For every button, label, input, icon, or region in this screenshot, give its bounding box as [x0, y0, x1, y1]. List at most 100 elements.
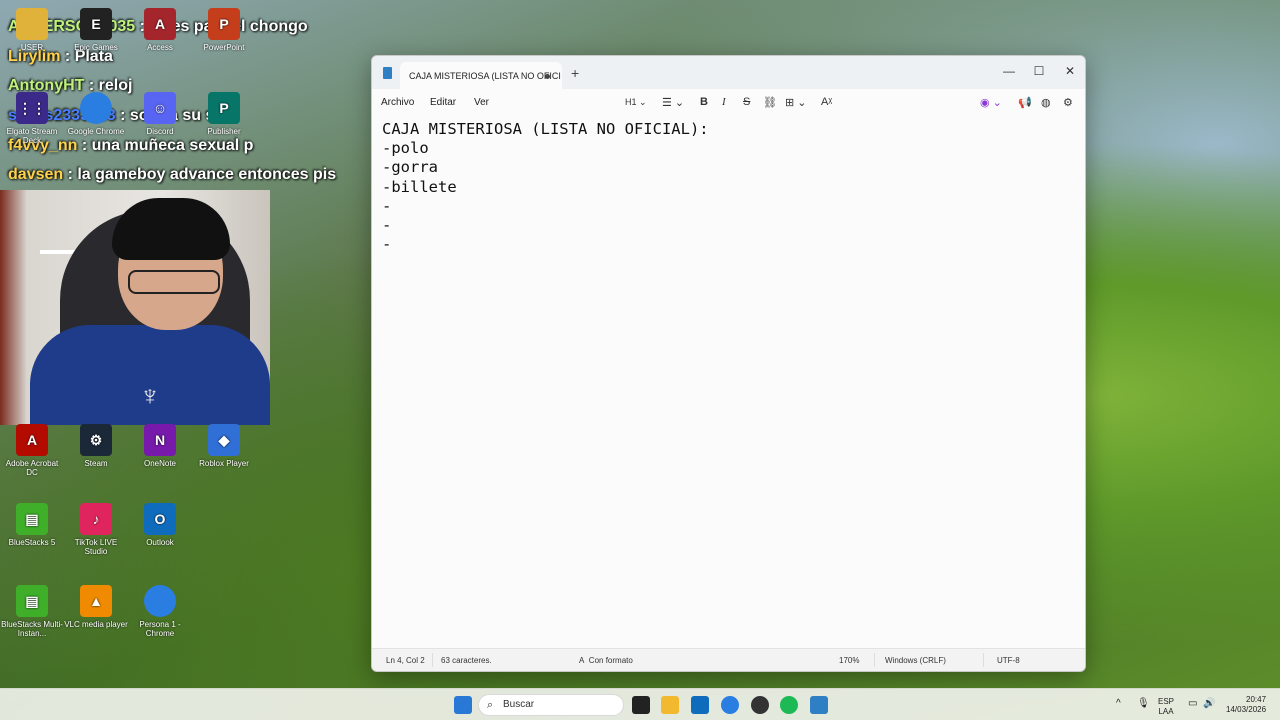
desktop-icon-stream-deck[interactable]: ⋮⋮ Elgato Stream Deck: [0, 92, 64, 145]
desktop-icon-bluestacks[interactable]: ▤ BlueStacks 5: [0, 503, 64, 547]
desktop-icon-user[interactable]: USER: [0, 8, 64, 52]
stream-deck-icon: ⋮⋮: [16, 92, 48, 124]
epic-games-icon: E: [80, 8, 112, 40]
access-icon: A: [144, 8, 176, 40]
avatar-icon: ◍: [1041, 97, 1051, 109]
link-button[interactable]: ⛓: [763, 96, 777, 109]
desktop-icon-chrome[interactable]: Google Chrome: [64, 92, 128, 136]
glasses: [128, 270, 220, 294]
discord-icon: ☺: [144, 92, 176, 124]
powerpoint-icon: P: [208, 8, 240, 40]
close-button[interactable]: ✕: [1055, 61, 1085, 81]
menu-archivo[interactable]: Archivo: [381, 97, 414, 108]
publisher-icon: P: [208, 92, 240, 124]
notepad-app-icon: [383, 67, 392, 79]
italic-button[interactable]: I: [722, 96, 726, 108]
clock[interactable]: 20:47 14/03/2026: [1226, 695, 1266, 715]
search-icon: ⌕: [487, 699, 494, 711]
text-editor[interactable]: CAJA MISTERIOSA (LISTA NO OFICIAL): -pol…: [382, 120, 1075, 645]
notepad-window: CAJA MISTERIOSA (LISTA NO OFICI + — ☐ ✕ …: [371, 55, 1086, 672]
chat-text: la gameboy advance entonces pis: [77, 166, 337, 183]
editor-line: -: [382, 235, 392, 254]
chrome-icon: [80, 92, 112, 124]
editor-line: -gorra: [382, 158, 438, 177]
microphone-icon[interactable]: 🎙: [1137, 699, 1150, 709]
character-count: 63 caracteres.: [441, 656, 492, 665]
new-tab-button[interactable]: +: [571, 65, 579, 81]
desktop-icon-acrobat[interactable]: A Adobe Acrobat DC: [0, 424, 64, 477]
zoom-level[interactable]: 170%: [839, 656, 859, 665]
announcements-button[interactable]: 📢: [1018, 96, 1032, 109]
obs-icon[interactable]: [751, 696, 769, 714]
desktop-icon-chrome-persona[interactable]: Persona 1 - Chrome: [128, 585, 192, 638]
clear-format-icon: Aᵡ: [821, 96, 833, 108]
acrobat-icon: A: [16, 424, 48, 456]
desktop-icon-vlc[interactable]: ▲ VLC media player: [64, 585, 128, 629]
bluestacks-multi-icon: ▤: [16, 585, 48, 617]
chat-message: davsen : la gameboy advance entonces pis: [8, 166, 337, 183]
chat-text: una muñeca sexual p: [91, 137, 254, 154]
copilot-button[interactable]: ◉ ⌄: [980, 96, 1002, 109]
volume-icon[interactable]: 🔊: [1203, 699, 1215, 709]
menu-editar[interactable]: Editar: [430, 97, 456, 108]
maximize-button[interactable]: ☐: [1024, 61, 1054, 81]
folder-icon: [16, 8, 48, 40]
language-indicator[interactable]: ESP LAA: [1158, 697, 1174, 717]
task-view-icon[interactable]: [632, 696, 650, 714]
tab-document[interactable]: CAJA MISTERIOSA (LISTA NO OFICI: [400, 62, 562, 90]
desktop-icon-bluestacks-multi[interactable]: ▤ BlueStacks Multi-Instan...: [0, 585, 64, 638]
network-icon[interactable]: ▭: [1188, 699, 1197, 709]
title-bar[interactable]: CAJA MISTERIOSA (LISTA NO OFICI + — ☐ ✕: [372, 56, 1085, 90]
format-icon: A: [579, 656, 585, 665]
tiktok-icon: ♪: [80, 503, 112, 535]
chevron-up-icon[interactable]: ^: [1116, 699, 1121, 709]
desktop-icon-discord[interactable]: ☺ Discord: [128, 92, 192, 136]
minimize-button[interactable]: —: [994, 61, 1024, 81]
desktop-icon-steam[interactable]: ⚙ Steam: [64, 424, 128, 468]
file-explorer-icon[interactable]: [661, 696, 679, 714]
encoding[interactable]: UTF-8: [997, 656, 1020, 665]
desktop-icon-powerpoint[interactable]: P PowerPoint: [192, 8, 256, 52]
link-icon: ⛓: [763, 97, 777, 109]
editor-line: CAJA MISTERIOSA (LISTA NO OFICIAL):: [382, 120, 709, 138]
gear-icon: ⚙: [1063, 97, 1073, 109]
format-toggle[interactable]: A Con formato: [579, 656, 633, 665]
chrome-taskbar-icon[interactable]: [721, 696, 739, 714]
taskbar-search[interactable]: ⌕ Buscar: [478, 694, 624, 716]
start-button[interactable]: [454, 696, 472, 714]
editor-line: -: [382, 215, 392, 234]
spotify-icon[interactable]: [780, 696, 798, 714]
chrome-persona-icon: [144, 585, 176, 617]
desktop-icon-publisher[interactable]: P Publisher: [192, 92, 256, 136]
heading-select[interactable]: H1 ⌄: [625, 97, 647, 108]
desktop-icon-tiktok-live[interactable]: ♪ TikTok LIVE Studio: [64, 503, 128, 556]
cursor-position[interactable]: Ln 4, Col 2: [386, 656, 425, 665]
hair: [112, 198, 230, 260]
bold-button[interactable]: B: [700, 96, 708, 108]
settings-button[interactable]: ⚙: [1063, 96, 1073, 109]
megaphone-icon: 📢: [1018, 97, 1032, 109]
clear-format-button[interactable]: Aᵡ: [821, 96, 832, 108]
menu-ver[interactable]: Ver: [474, 97, 489, 108]
account-button[interactable]: ◍: [1041, 96, 1051, 109]
desktop-icon-onenote[interactable]: N OneNote: [128, 424, 192, 468]
desktop-icon-epic-games[interactable]: E Epic Games: [64, 8, 128, 52]
copilot-icon: ◉: [980, 97, 990, 109]
notepad-taskbar-icon[interactable]: [810, 696, 828, 714]
store-icon[interactable]: [691, 696, 709, 714]
search-placeholder: Buscar: [503, 699, 535, 710]
status-bar: Ln 4, Col 2 63 caracteres. A Con formato…: [372, 648, 1085, 671]
table-button[interactable]: ⊞ ⌄: [785, 96, 807, 109]
desktop-icon-roblox[interactable]: ◆ Roblox Player: [192, 424, 256, 468]
desktop-icon-access[interactable]: A Access: [128, 8, 192, 52]
chat-username: davsen: [8, 166, 64, 183]
outlook-icon: O: [144, 503, 176, 535]
strikethrough-button[interactable]: S: [743, 96, 750, 108]
line-ending[interactable]: Windows (CRLF): [885, 656, 946, 665]
webcam-overlay: ♆: [0, 190, 270, 425]
list-button[interactable]: ☰ ⌄: [662, 96, 684, 109]
table-icon: ⊞: [785, 97, 795, 109]
desktop-icon-outlook[interactable]: O Outlook: [128, 503, 192, 547]
status-divider: [432, 653, 433, 667]
menu-bar: Archivo Editar Ver H1 ⌄ ☰ ⌄ B I S ⛓ ⊞ ⌄ …: [372, 89, 1085, 117]
